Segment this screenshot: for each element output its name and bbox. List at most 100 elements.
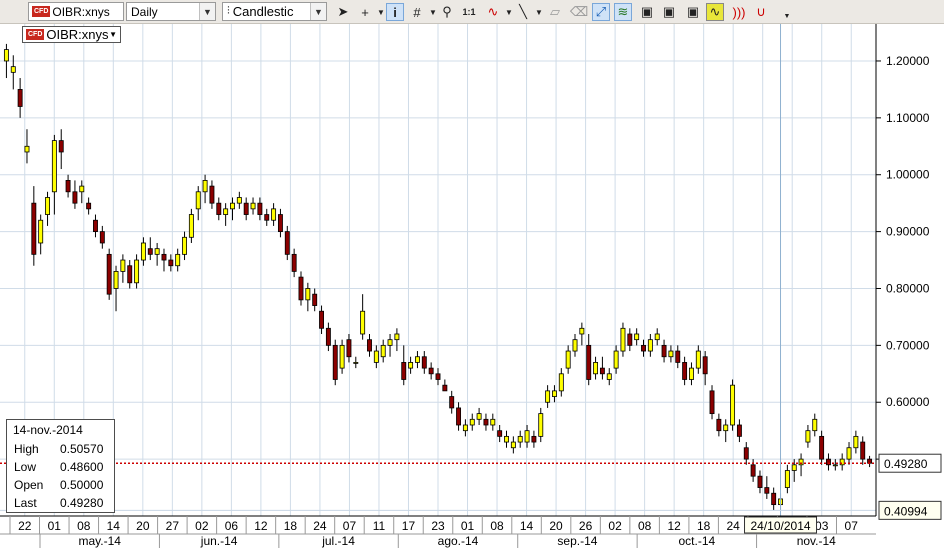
price-tick-label: 0.80000 <box>886 281 930 295</box>
candle-body <box>743 447 749 460</box>
candle-body <box>127 265 133 284</box>
candle-body <box>209 185 215 204</box>
candle-body <box>552 390 557 397</box>
magnet-icon[interactable]: ∪ <box>752 3 770 21</box>
candle-body <box>764 487 770 494</box>
candle-body <box>346 339 352 358</box>
day-tick-label: 20 <box>136 519 150 533</box>
symbol-tag-label: OIBR:xnys <box>46 27 109 42</box>
candle-body <box>188 214 194 238</box>
candle-body <box>510 441 516 449</box>
day-tick-label: 18 <box>697 519 711 533</box>
day-tick-label: 26 <box>579 519 593 533</box>
symbol-tag[interactable]: CFD OIBR:xnys ▼ <box>22 26 121 43</box>
candle-body <box>462 424 468 432</box>
candlestick-chart[interactable]: 1.20000 1.10000 1.00000 0.90000 0.80000 0.700… <box>0 24 944 548</box>
picture-icon[interactable]: ▣ <box>638 3 656 21</box>
price-tick-label: 0.70000 <box>886 338 930 352</box>
price-tick-label: 1.00000 <box>886 168 930 182</box>
candle-body <box>504 435 509 443</box>
candle-body <box>3 49 9 62</box>
candle-body <box>654 333 660 341</box>
symbol-selector[interactable]: CFD OIBR:xnys <box>28 2 124 21</box>
chart-type-select[interactable]: ⫶ Candlestic ▼ <box>222 2 327 21</box>
candle-body <box>65 180 71 193</box>
day-tick-label: 27 <box>166 519 180 533</box>
signal-icon[interactable]: ))) <box>730 3 748 21</box>
candle-body <box>230 202 235 210</box>
candle-body <box>490 418 496 426</box>
eraser2-icon[interactable]: ⌫ <box>570 3 588 21</box>
candle-body <box>586 344 592 380</box>
candle-body <box>627 333 633 346</box>
info-label: Open <box>14 478 44 492</box>
day-tick-label: 02 <box>195 519 209 533</box>
candle-body <box>593 362 599 375</box>
price-tick-label: 0.90000 <box>886 225 930 239</box>
toolbar: CFD OIBR:xnys Daily ▼ ⫶ Candlestic ▼ ➤ +… <box>0 0 944 24</box>
candle-body <box>223 208 229 215</box>
cursor-icon[interactable]: ➤ <box>334 3 352 21</box>
candle-body <box>579 327 585 335</box>
candle-body <box>45 197 50 215</box>
period-select-label: Daily <box>131 4 158 19</box>
info-value: 0.50000 <box>60 478 104 492</box>
cfd-badge-icon: CFD <box>26 29 45 40</box>
day-tick-label: 11 <box>373 519 386 533</box>
zoom-icon[interactable]: ⚲ <box>438 3 456 21</box>
candle-body <box>257 202 263 215</box>
info-row-low: Low 0.48600 <box>14 460 103 474</box>
axes: 1.20000 1.10000 1.00000 0.90000 0.80000 0.700… <box>0 24 942 548</box>
candle-body <box>730 384 736 426</box>
ratio-icon[interactable]: 1:1 <box>460 3 478 21</box>
chevron-down-icon[interactable]: ▼ <box>778 10 796 22</box>
candle-body <box>264 214 270 221</box>
candle-body <box>716 418 722 432</box>
candle-body <box>524 430 530 443</box>
info-row-high: High 0.50570 <box>14 442 103 456</box>
wave-icon[interactable]: ∿ <box>706 3 724 21</box>
candle-body <box>641 344 646 352</box>
candle-body <box>634 333 640 341</box>
day-tick-label: 07 <box>343 519 357 533</box>
candle-body <box>72 191 78 204</box>
candle-body <box>394 333 400 341</box>
candle-body <box>682 362 688 380</box>
candle-body <box>736 424 742 437</box>
candle-body <box>599 367 605 375</box>
picture3-icon[interactable]: ▣ <box>684 3 702 21</box>
candle-body <box>476 413 482 420</box>
day-tick-label: 12 <box>254 519 268 533</box>
candle-body <box>791 464 797 471</box>
price-tick-label: 1.10000 <box>886 111 930 125</box>
day-tick-label: 23 <box>431 519 445 533</box>
auto-scale-icon[interactable]: ⤢ <box>592 3 610 21</box>
candle-body <box>832 464 838 467</box>
candle-body <box>853 435 859 449</box>
day-tick-label: 24 <box>313 519 327 533</box>
multi-line-icon[interactable]: ≋ <box>614 3 632 21</box>
day-tick-label: 02 <box>608 519 622 533</box>
candle-body <box>360 310 366 335</box>
candle-body <box>483 418 489 426</box>
candle-body <box>305 288 311 301</box>
month-tick-label: sep.-14 <box>557 534 597 548</box>
candle-body <box>538 413 544 437</box>
candle-body <box>689 367 694 380</box>
info-icon[interactable]: i <box>386 3 404 21</box>
day-tick-label: 08 <box>638 519 652 533</box>
candle-body <box>668 350 674 358</box>
candle-body <box>531 435 537 443</box>
candle-body <box>319 310 324 329</box>
candle-body <box>24 145 30 153</box>
day-tick-label: 01 <box>461 519 475 533</box>
picture2-icon[interactable]: ▣ <box>660 3 678 21</box>
last-price-label: 0.49280 <box>884 457 928 471</box>
candle-body <box>99 231 105 244</box>
candle-body <box>250 202 256 210</box>
month-tick-label: ago.-14 <box>438 534 479 548</box>
info-label: High <box>14 442 39 456</box>
period-select[interactable]: Daily ▼ <box>126 2 216 21</box>
eraser-icon[interactable]: ▱ <box>546 3 564 21</box>
candle-body <box>805 430 811 443</box>
